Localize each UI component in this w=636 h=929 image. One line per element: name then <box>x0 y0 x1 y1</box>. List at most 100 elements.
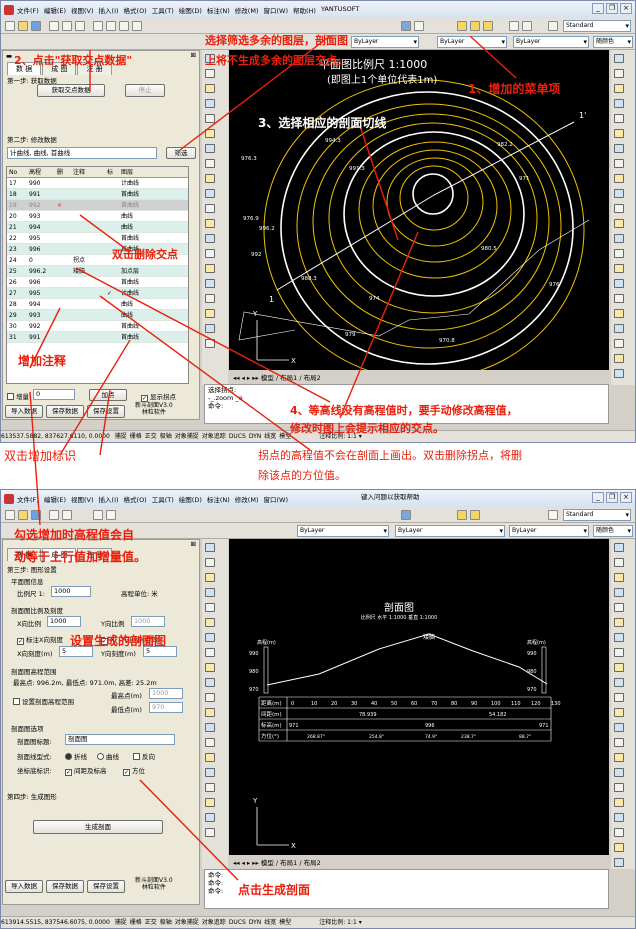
add-point-button[interactable]: 加点 <box>89 389 127 401</box>
custom-menu-icon-2[interactable] <box>470 21 480 31</box>
tool-icon[interactable] <box>614 189 624 198</box>
layer-select[interactable]: ByLayer <box>351 36 419 48</box>
menu-item[interactable]: 插入(I) <box>99 5 119 15</box>
tool-icon[interactable] <box>205 813 215 822</box>
polyline-radio[interactable]: 折线 <box>65 751 87 761</box>
get-intersection-button[interactable]: 获取交点数据 <box>37 84 105 97</box>
tool-icon[interactable] <box>614 339 624 348</box>
table-cell-note[interactable] <box>71 178 105 188</box>
calculator-icon[interactable] <box>401 21 411 31</box>
custom-menu-icon-4[interactable] <box>509 21 519 31</box>
table-cell-elev[interactable]: 991 <box>27 332 55 342</box>
menu-item[interactable]: 修改(M) <box>235 5 259 15</box>
linetype-select[interactable]: ByLayer <box>437 36 507 48</box>
print-icon[interactable] <box>49 510 59 520</box>
menu-item[interactable]: 标注(N) <box>207 494 230 504</box>
status-toggle[interactable]: 线宽 <box>264 919 276 926</box>
table-cell-note[interactable] <box>71 211 105 221</box>
azimuth-checkbox[interactable]: ✓ 方位 <box>123 765 145 776</box>
menu-item[interactable]: 文件(F) <box>17 5 39 15</box>
close-icon[interactable]: × <box>620 492 632 503</box>
tool-icon[interactable] <box>205 234 215 243</box>
tool-icon[interactable] <box>614 369 624 378</box>
column-header[interactable]: 删 <box>55 167 71 177</box>
text-style-icon[interactable] <box>548 510 558 520</box>
table-cell-elev[interactable]: 995 <box>27 288 55 298</box>
menu-item[interactable]: 窗口(W) <box>263 494 288 504</box>
save-settings-button[interactable]: 保存设置 <box>87 405 125 418</box>
status-toggle[interactable]: 对象捕捉 <box>175 433 199 440</box>
status-toggle[interactable]: 捕捉 <box>115 919 127 926</box>
tool-icon[interactable] <box>614 843 624 852</box>
tool-icon[interactable] <box>614 738 624 747</box>
status-toggle[interactable]: DUCS <box>229 433 246 440</box>
tool-icon[interactable] <box>205 708 215 717</box>
tool-icon[interactable] <box>614 234 624 243</box>
generate-section-button[interactable]: 生成剖面 <box>33 820 163 834</box>
tool-icon[interactable] <box>205 69 215 78</box>
import-data-button[interactable]: 导入数据 <box>5 880 43 893</box>
tool-icon[interactable] <box>614 309 624 318</box>
status-toggle[interactable]: DUCS <box>229 919 246 926</box>
tool-icon[interactable] <box>614 324 624 333</box>
table-cell-elev[interactable]: 996 <box>27 244 55 254</box>
menu-item[interactable]: 文件(F) <box>17 494 39 504</box>
tool-icon[interactable] <box>614 84 624 93</box>
status-toggle[interactable]: 极轴 <box>160 919 172 926</box>
tool-icon[interactable] <box>205 828 215 837</box>
status-toggle[interactable]: 对象追踪 <box>202 919 226 926</box>
tool-icon[interactable] <box>205 588 215 597</box>
menu-item[interactable]: 视图(V) <box>71 494 94 504</box>
tool-icon[interactable] <box>205 189 215 198</box>
linetype-select[interactable]: ByLayer <box>395 525 505 537</box>
table-row[interactable]: 26 996 首曲线 <box>7 277 188 288</box>
new-file-icon[interactable] <box>5 21 15 31</box>
import-data-button[interactable]: 导入数据 <box>5 405 43 418</box>
tool-icon[interactable] <box>614 174 624 183</box>
layer-filter-select[interactable]: 计曲线, 曲线, 首曲线 <box>7 147 157 159</box>
tool-icon[interactable] <box>614 159 624 168</box>
tool-icon[interactable] <box>205 324 215 333</box>
panel-close-icon[interactable]: ⊠ <box>191 540 196 548</box>
tool-icon[interactable] <box>205 249 215 258</box>
status-toggle[interactable]: 正交 <box>145 433 157 440</box>
table-cell-elev[interactable]: 996.2 <box>27 266 55 276</box>
status-toggle[interactable]: 对象捕捉 <box>175 919 199 926</box>
column-header[interactable]: No <box>7 167 27 177</box>
status-toggle[interactable]: DYN <box>249 433 261 440</box>
text-style-select[interactable]: Standard <box>563 20 631 32</box>
tab-layout1[interactable]: 布局1 <box>280 374 297 382</box>
status-toggle[interactable]: 模型 <box>279 919 291 926</box>
tool-icon[interactable] <box>614 129 624 138</box>
table-cell-elev[interactable]: 995 <box>27 233 55 243</box>
menu-item[interactable]: 标注(N) <box>207 5 230 15</box>
tool-icon[interactable] <box>205 204 215 213</box>
tool-icon[interactable] <box>614 558 624 567</box>
menu-item[interactable]: 格式(O) <box>124 5 147 15</box>
drawing-canvas-2[interactable]: 剖面图 比例尺 水平 1:1000 垂直 1:1000 矮脑 高程(m) 高程(… <box>229 539 609 855</box>
tool-icon[interactable] <box>614 633 624 642</box>
minimize-icon[interactable]: _ <box>592 492 604 503</box>
restore-icon[interactable]: ❐ <box>606 492 618 503</box>
table-row[interactable]: 27 995 ✓ 计曲线 <box>7 288 188 299</box>
tool-icon[interactable] <box>614 723 624 732</box>
tool-icon[interactable] <box>614 144 624 153</box>
stop-button[interactable]: 停止 <box>125 84 165 97</box>
tool-icon[interactable] <box>614 768 624 777</box>
x-ratio-input[interactable]: 1000 <box>47 616 81 627</box>
table-cell-note[interactable] <box>71 321 105 331</box>
table-cell-elev[interactable]: 992 <box>27 200 55 210</box>
tab-model[interactable]: 模型 <box>261 859 274 867</box>
tool-icon[interactable] <box>614 264 624 273</box>
tool-icon[interactable] <box>614 69 624 78</box>
table-cell-note[interactable]: 矮脑 <box>71 266 105 276</box>
table-row[interactable]: 20 993 曲线 <box>7 211 188 222</box>
tool-icon[interactable] <box>205 573 215 582</box>
menu-item[interactable]: 编辑(E) <box>44 5 66 15</box>
tool-icon[interactable] <box>614 219 624 228</box>
table-cell-elev[interactable]: 994 <box>27 222 55 232</box>
table-cell-note[interactable] <box>71 288 105 298</box>
tool-icon[interactable] <box>614 708 624 717</box>
table-cell-note[interactable] <box>71 189 105 199</box>
custom-menu-icon-5[interactable] <box>522 21 532 31</box>
